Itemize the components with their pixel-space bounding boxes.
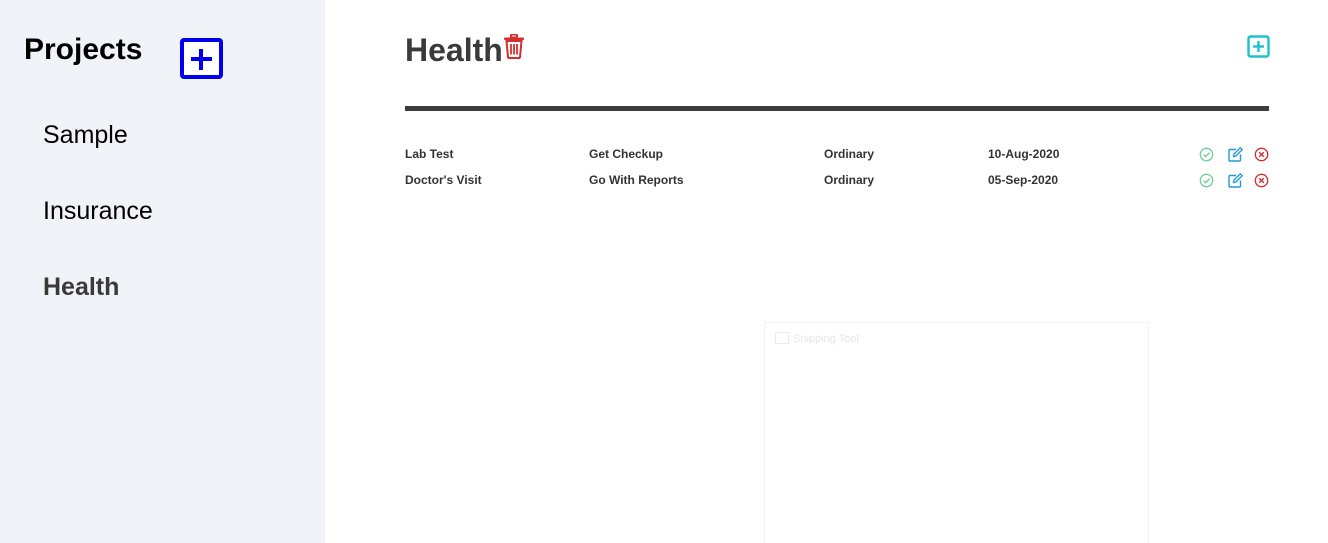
- task-description: Get Checkup: [589, 147, 664, 161]
- task-name: Lab Test: [405, 147, 454, 161]
- task-name: Doctor's Visit: [405, 173, 482, 187]
- x-circle-icon[interactable]: [1254, 147, 1269, 162]
- edit-icon[interactable]: [1228, 147, 1243, 162]
- title-divider: [405, 106, 1269, 111]
- task-date: 05-Sep-2020: [988, 173, 1059, 187]
- snipping-tool-window: Snipping Tool: [764, 322, 1149, 543]
- task-priority: Ordinary: [824, 173, 875, 187]
- check-circle-icon[interactable]: [1199, 173, 1214, 188]
- snipping-tool-label: Snipping Tool: [793, 333, 859, 345]
- task-priority: Ordinary: [824, 147, 875, 161]
- check-circle-icon[interactable]: [1199, 147, 1214, 162]
- page-title: Health: [405, 32, 503, 68]
- add-task-icon[interactable]: [1247, 35, 1270, 58]
- scissors-icon: [775, 332, 789, 344]
- trash-icon[interactable]: [503, 34, 525, 59]
- sidebar-item-sample[interactable]: Sample: [43, 120, 128, 150]
- edit-icon[interactable]: [1228, 173, 1243, 188]
- add-project-button[interactable]: [180, 38, 223, 79]
- plus-icon-vertical: [199, 49, 203, 70]
- task-row: Lab Test Get Checkup Ordinary 10-Aug-202…: [405, 146, 1269, 166]
- sidebar-item-insurance[interactable]: Insurance: [43, 196, 153, 226]
- sidebar-item-health[interactable]: Health: [43, 272, 119, 302]
- sidebar: Projects Sample Insurance Health: [0, 0, 325, 543]
- x-circle-icon[interactable]: [1254, 173, 1269, 188]
- task-description: Go With Reports: [589, 173, 684, 187]
- task-date: 10-Aug-2020: [988, 147, 1060, 161]
- task-row: Doctor's Visit Go With Reports Ordinary …: [405, 172, 1269, 192]
- app-root: Projects Sample Insurance Health Health …: [0, 0, 1328, 543]
- sidebar-title: Projects: [24, 33, 143, 66]
